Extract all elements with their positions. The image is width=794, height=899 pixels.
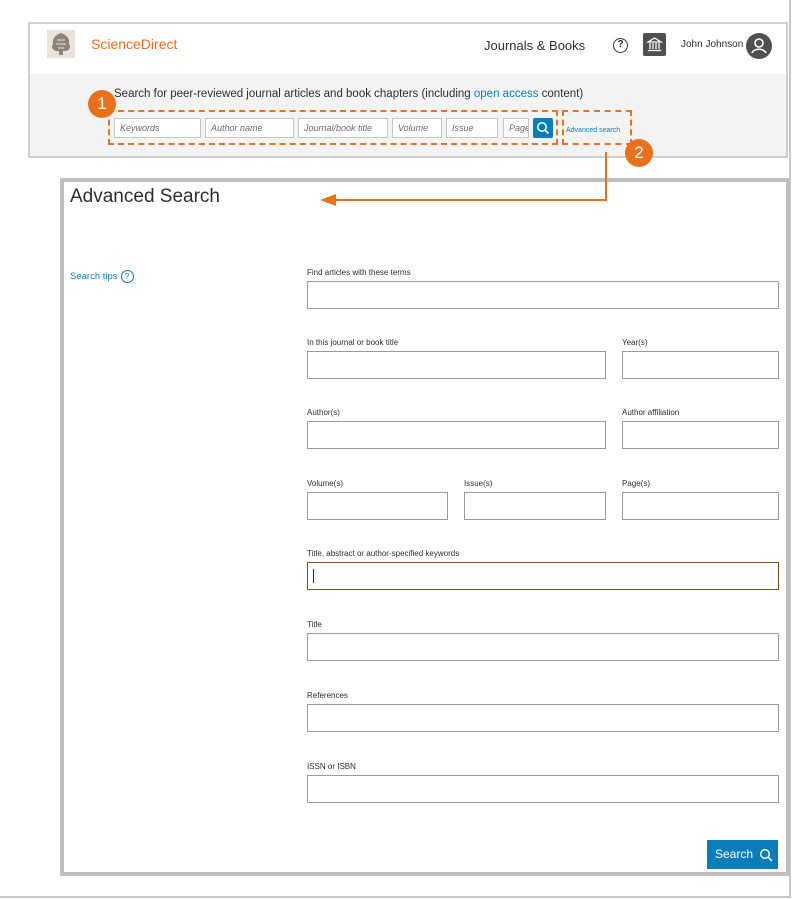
title-field[interactable]	[307, 633, 779, 661]
journal-label: In this journal or book title	[307, 338, 399, 347]
journal-field[interactable]	[307, 351, 606, 379]
issn-field[interactable]	[307, 775, 779, 803]
issue-field[interactable]	[464, 492, 606, 520]
authors-field[interactable]	[307, 421, 606, 449]
references-label: References	[307, 691, 348, 700]
issn-label: ISSN or ISBN	[307, 762, 356, 771]
volume-field[interactable]	[307, 492, 448, 520]
search-button[interactable]: Search	[707, 840, 778, 869]
affiliation-label: Author affiliation	[622, 408, 680, 417]
references-field[interactable]	[307, 704, 779, 732]
affiliation-field[interactable]	[622, 421, 779, 449]
annotation-arrow	[320, 152, 607, 206]
search-icon	[759, 848, 773, 862]
page-title: Advanced Search	[70, 186, 220, 207]
years-label: Year(s)	[622, 338, 648, 347]
issue-label: Issue(s)	[464, 479, 493, 488]
years-field[interactable]	[622, 351, 779, 379]
pages-field[interactable]	[622, 492, 779, 520]
keywords-field[interactable]	[307, 562, 779, 590]
help-icon: ?	[120, 270, 134, 283]
terms-field[interactable]	[307, 281, 779, 309]
volume-label: Volume(s)	[307, 479, 344, 488]
title-label: Title	[307, 620, 322, 629]
authors-label: Author(s)	[307, 408, 340, 417]
search-tips-link[interactable]: Search tips?	[70, 270, 134, 283]
keywords-label: Title, abstract or author-specified keyw…	[307, 549, 460, 558]
terms-label: Find articles with these terms	[307, 268, 411, 277]
text-cursor	[313, 569, 314, 583]
pages-label: Page(s)	[622, 479, 651, 488]
